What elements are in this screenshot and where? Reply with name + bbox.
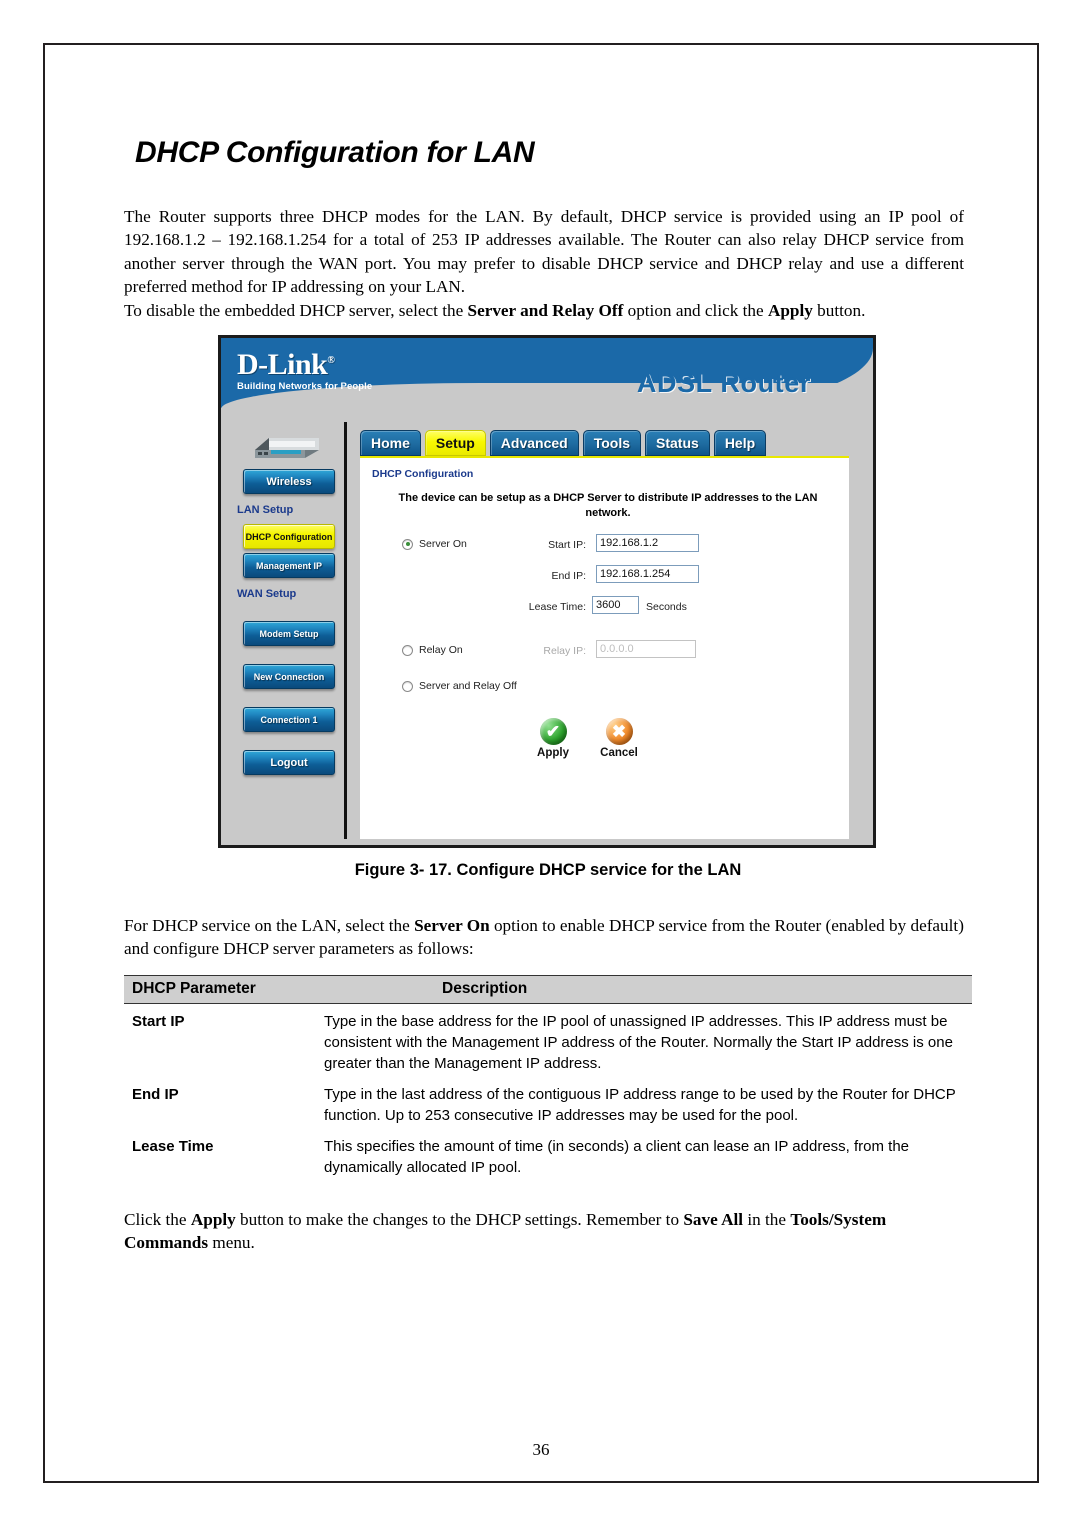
dhcp-parameter-table: DHCP Parameter Description Start IP Type…: [124, 975, 972, 1181]
logo-tagline: Building Networks for People: [237, 381, 373, 392]
cross-icon: ✖: [605, 718, 633, 745]
radio-option-server-and-relay-off[interactable]: Server and Relay Off: [402, 680, 517, 692]
tab-status[interactable]: Status: [645, 430, 710, 456]
tab-setup[interactable]: Setup: [424, 430, 486, 456]
product-name: ADSL Router: [636, 368, 811, 398]
p4-text-c: in the: [743, 1210, 791, 1229]
table-body: Start IP Type in the base address for th…: [124, 1004, 972, 1182]
router-main-panel: Home Setup Advanced Tools Status Help DH…: [350, 422, 867, 839]
radio-label-relay-on: Relay On: [419, 644, 463, 656]
after-figure-paragraph: For DHCP service on the LAN, select the …: [124, 914, 969, 961]
p4-text-b: button to make the changes to the DHCP s…: [235, 1210, 684, 1229]
page-number: 36: [532, 1440, 550, 1459]
panel-scrollbar[interactable]: [849, 456, 867, 839]
input-end-ip[interactable]: 192.168.1.254: [596, 565, 699, 583]
input-relay-ip[interactable]: 0.0.0.0: [596, 640, 696, 658]
sidebar-group-lan-setup: LAN Setup: [237, 504, 294, 516]
page-content: DHCP Configuration for LAN The Router su…: [45, 45, 1037, 1481]
radio-label-server-and-relay-off: Server and Relay Off: [419, 680, 517, 692]
dhcp-config-form: DHCP Configuration The device can be set…: [360, 456, 849, 839]
p2-text-b: option and click the: [623, 301, 768, 320]
sidebar-button-connection-1[interactable]: Connection 1: [243, 707, 335, 732]
sidebar-button-modem-setup[interactable]: Modem Setup: [243, 621, 335, 646]
table-header: DHCP Parameter Description: [124, 975, 972, 1004]
sidebar-button-dhcp-configuration[interactable]: DHCP Configuration: [243, 524, 335, 549]
tab-tools[interactable]: Tools: [582, 430, 642, 456]
radio-option-server-on[interactable]: Server On: [402, 538, 467, 550]
row-parameter-lease-time: Lease Time: [132, 1138, 214, 1155]
logo-wordmark: D-Link: [237, 348, 328, 381]
p4-text-d: menu.: [208, 1233, 255, 1253]
table-header-row: DHCP Parameter Description: [124, 975, 972, 1004]
router-device-icon: [255, 438, 319, 458]
router-banner: D-Link® Building Networks for People ADS…: [221, 338, 873, 422]
router-tab-bar: Home Setup Advanced Tools Status Help: [360, 430, 849, 456]
column-header-parameter: DHCP Parameter: [124, 975, 324, 1004]
radio-option-relay-on[interactable]: Relay On: [402, 644, 463, 656]
apply-button[interactable]: ✔ Apply: [525, 718, 581, 759]
radio-icon-server-on[interactable]: [402, 538, 413, 550]
input-lease-time[interactable]: 3600: [592, 596, 639, 614]
sidebar-button-logout[interactable]: Logout: [243, 750, 335, 775]
label-start-ip: Start IP:: [548, 539, 586, 551]
radio-label-server-on: Server On: [419, 538, 467, 550]
p3-bold-server-on: Server On: [414, 916, 490, 935]
p4-text-a: Click the: [124, 1210, 191, 1229]
sidebar-button-wireless[interactable]: Wireless: [243, 469, 335, 494]
intro-paragraph-1: The Router supports three DHCP modes for…: [124, 207, 964, 297]
radio-icon-relay-on[interactable]: [402, 644, 413, 656]
p4-bold-save-all: Save All: [683, 1210, 744, 1229]
document-page: DHCP Configuration for LAN The Router su…: [43, 43, 1039, 1483]
input-start-ip[interactable]: 192.168.1.2: [596, 534, 699, 552]
dlink-logo: D-Link® Building Networks for People: [237, 346, 373, 393]
router-web-ui-screenshot: D-Link® Building Networks for People ADS…: [218, 335, 876, 848]
registered-trademark-icon: ®: [327, 355, 335, 366]
checkmark-icon: ✔: [539, 718, 567, 745]
radio-icon-server-and-relay-off[interactable]: [402, 680, 413, 692]
sidebar-button-new-connection[interactable]: New Connection: [243, 664, 335, 689]
intro-paragraph-2: To disable the embedded DHCP server, sel…: [124, 299, 964, 322]
panel-heading: DHCP Configuration: [372, 468, 474, 480]
row-parameter-end-ip: End IP: [132, 1086, 179, 1103]
units-seconds: Seconds: [646, 601, 687, 613]
cancel-button-label: Cancel: [600, 747, 638, 759]
p2-bold-apply: Apply: [767, 301, 813, 320]
row-description-lease-time: This specifies the amount of time (in se…: [324, 1138, 910, 1176]
p2-text-c: button.: [812, 301, 866, 320]
router-sidebar: Wireless LAN Setup DHCP Configuration Ma…: [227, 422, 347, 839]
label-relay-ip: Relay IP:: [543, 645, 586, 657]
tab-advanced[interactable]: Advanced: [489, 430, 579, 456]
p2-text-a: To disable the embedded DHCP server, sel…: [124, 301, 468, 320]
cancel-button[interactable]: ✖ Cancel: [591, 718, 647, 759]
label-end-ip: End IP:: [551, 570, 586, 582]
table-row: Lease Time This specifies the amount of …: [124, 1129, 972, 1181]
tab-help[interactable]: Help: [713, 430, 767, 456]
row-description-end-ip: Type in the last address of the contiguo…: [324, 1086, 956, 1124]
p3-text-a: For DHCP service on the LAN, select the: [124, 916, 415, 935]
closing-paragraph: Click the Apply button to make the chang…: [124, 1208, 974, 1255]
label-lease-time: Lease Time:: [528, 601, 586, 613]
sidebar-button-management-ip[interactable]: Management IP: [243, 553, 335, 578]
tab-home[interactable]: Home: [360, 430, 421, 456]
page-title: DHCP Configuration for LAN: [135, 136, 535, 169]
p2-bold-server-relay-off: Server and Relay Off: [467, 301, 624, 320]
row-parameter-start-ip: Start IP: [132, 1013, 185, 1030]
row-description-start-ip: Type in the base address for the IP pool…: [324, 1013, 953, 1072]
p4-bold-apply: Apply: [190, 1210, 236, 1229]
column-header-description: Description: [324, 975, 972, 1004]
table-row: Start IP Type in the base address for th…: [124, 1004, 972, 1078]
sidebar-group-wan-setup: WAN Setup: [237, 588, 297, 600]
panel-subheading: The device can be setup as a DHCP Server…: [398, 492, 818, 519]
apply-button-label: Apply: [537, 747, 569, 759]
figure-caption: Figure 3- 17. Configure DHCP service for…: [354, 861, 742, 879]
table-row: End IP Type in the last address of the c…: [124, 1077, 972, 1129]
